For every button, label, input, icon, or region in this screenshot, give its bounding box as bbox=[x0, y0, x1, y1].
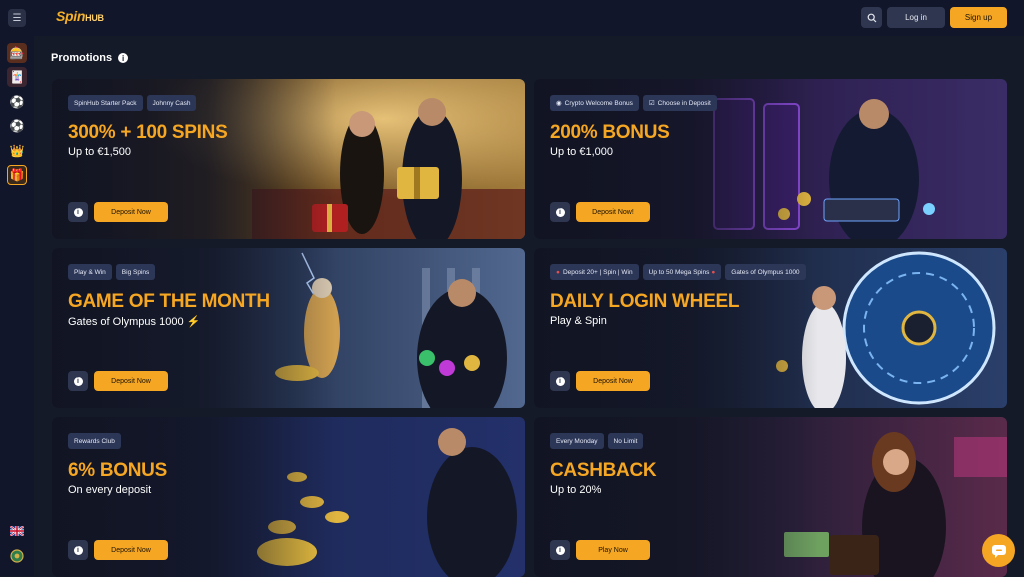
promo-card-cashback[interactable]: Every Monday No Limit CASHBACK Up to 20%… bbox=[534, 417, 1007, 577]
gift-icon: 🎁 bbox=[9, 168, 25, 182]
promo-title: 6% BONUS bbox=[68, 460, 167, 481]
promo-subtitle: Gates of Olympus 1000 ⚡ bbox=[68, 316, 201, 328]
sidebar: 🎰 🃏 ⚽ ⚽ 👑 🎁 bbox=[0, 36, 34, 576]
info-icon: i bbox=[555, 376, 565, 386]
soccer-ball-icon: ⚽ bbox=[9, 95, 25, 109]
tag-list: SpinHub Starter Pack Johnny Cash bbox=[68, 95, 197, 111]
checkbox-icon: ☑ bbox=[648, 100, 655, 107]
promo-info-button[interactable]: i bbox=[550, 371, 570, 391]
tag: No Limit bbox=[607, 433, 644, 449]
hamburger-icon: ☰ bbox=[12, 12, 22, 24]
promo-card-daily-wheel[interactable]: ● Deposit 20+ | Spin | Win Up to 50 Mega … bbox=[534, 248, 1007, 408]
promo-subtitle: On every deposit bbox=[68, 484, 152, 496]
promo-subtitle: Up to €1,500 bbox=[68, 146, 131, 158]
sidebar-item-casino[interactable]: 🎰 bbox=[7, 43, 27, 63]
promo-info-button[interactable]: i bbox=[550, 202, 570, 222]
uk-flag-icon bbox=[10, 526, 24, 536]
info-icon: i bbox=[73, 545, 83, 555]
promo-card-crypto-welcome[interactable]: ◉ Crypto Welcome Bonus ☑ Choose in Deposit… bbox=[534, 79, 1007, 239]
deposit-now-button[interactable]: Deposit Now bbox=[94, 371, 168, 391]
promo-card-game-of-month[interactable]: Play & Win Big Spins GAME OF THE MONTH G… bbox=[52, 248, 525, 408]
chat-bubble-icon bbox=[991, 544, 1006, 558]
page-title: Promotions i bbox=[51, 52, 129, 64]
tag: Gates of Olympus 1000 bbox=[725, 264, 806, 280]
fire-icon: ● bbox=[711, 268, 716, 276]
deposit-now-button[interactable]: Deposit Now bbox=[94, 202, 168, 222]
deposit-now-button[interactable]: Deposit Now bbox=[576, 371, 650, 391]
info-icon: i bbox=[555, 545, 565, 555]
tag-list: Every Monday No Limit bbox=[550, 433, 644, 449]
sidebar-item-sports[interactable]: ⚽ bbox=[7, 92, 27, 112]
crypto-icon: ◉ bbox=[556, 100, 562, 107]
tag: ◉ Crypto Welcome Bonus bbox=[550, 95, 639, 111]
logo[interactable]: SpinHUB bbox=[56, 8, 104, 24]
tag: Up to 50 Mega Spins ● bbox=[642, 264, 722, 280]
live-chat-button[interactable] bbox=[982, 534, 1015, 567]
tag: Johnny Cash bbox=[146, 95, 197, 111]
coin-icon: ● bbox=[556, 268, 560, 276]
promo-card-starter-pack[interactable]: SpinHub Starter Pack Johnny Cash 300% + … bbox=[52, 79, 525, 239]
sidebar-item-live-sports[interactable]: ⚽ bbox=[7, 116, 27, 136]
promo-title: 300% + 100 SPINS bbox=[68, 122, 228, 143]
language-selector[interactable] bbox=[7, 521, 27, 541]
currency-selector[interactable] bbox=[7, 546, 27, 566]
crown-icon: 👑 bbox=[9, 144, 25, 158]
play-now-button[interactable]: Play Now bbox=[576, 540, 650, 560]
promo-subtitle: Up to 20% bbox=[550, 484, 602, 496]
search-icon bbox=[867, 13, 876, 22]
menu-toggle-button[interactable]: ☰ bbox=[8, 9, 26, 27]
promo-info-button[interactable]: i bbox=[68, 202, 88, 222]
tag-list: ◉ Crypto Welcome Bonus ☑ Choose in Deposit bbox=[550, 95, 717, 111]
info-icon: i bbox=[73, 376, 83, 386]
promo-subtitle: Up to €1,000 bbox=[550, 146, 613, 158]
tag: SpinHub Starter Pack bbox=[68, 95, 143, 111]
tag: Big Spins bbox=[115, 264, 156, 280]
info-icon: i bbox=[555, 207, 565, 217]
tag-list: Play & Win Big Spins bbox=[68, 264, 156, 280]
promo-title: 200% BONUS bbox=[550, 122, 670, 143]
tag: ● Deposit 20+ | Spin | Win bbox=[550, 264, 639, 280]
deposit-now-button[interactable]: Deposit Now! bbox=[576, 202, 650, 222]
promo-subtitle: Play & Spin bbox=[550, 315, 607, 327]
tag: Play & Win bbox=[68, 264, 112, 280]
promo-info-button[interactable]: i bbox=[68, 540, 88, 560]
coin-icon bbox=[10, 549, 24, 563]
promo-title: GAME OF THE MONTH bbox=[68, 291, 270, 312]
tag: Every Monday bbox=[550, 433, 604, 449]
tag: ☑ Choose in Deposit bbox=[642, 95, 717, 111]
live-sports-icon: ⚽ bbox=[9, 119, 25, 133]
top-bar: ☰ SpinHUB Log in Sign up bbox=[0, 0, 1024, 36]
info-icon: i bbox=[73, 207, 83, 217]
promo-info-button[interactable]: i bbox=[68, 371, 88, 391]
promo-title: DAILY LOGIN WHEEL bbox=[550, 291, 740, 312]
promo-title: CASHBACK bbox=[550, 460, 657, 481]
sidebar-item-cards[interactable]: 🃏 bbox=[7, 67, 27, 87]
signup-button[interactable]: Sign up bbox=[950, 7, 1007, 28]
tag: Rewards Club bbox=[68, 433, 121, 449]
cards-icon: 🃏 bbox=[9, 70, 25, 84]
tag-list: ● Deposit 20+ | Spin | Win Up to 50 Mega … bbox=[550, 264, 806, 280]
deposit-now-button[interactable]: Deposit Now bbox=[94, 540, 168, 560]
sidebar-item-vip[interactable]: 👑 bbox=[7, 141, 27, 161]
info-icon[interactable]: i bbox=[118, 53, 129, 63]
promo-card-rewards-club[interactable]: Rewards Club 6% BONUS On every deposit i… bbox=[52, 417, 525, 577]
sidebar-item-promotions[interactable]: 🎁 bbox=[7, 165, 27, 185]
casino-icon: 🎰 bbox=[9, 46, 25, 60]
promo-info-button[interactable]: i bbox=[550, 540, 570, 560]
tag-list: Rewards Club bbox=[68, 433, 121, 449]
search-button[interactable] bbox=[861, 7, 882, 28]
login-button[interactable]: Log in bbox=[887, 7, 945, 28]
